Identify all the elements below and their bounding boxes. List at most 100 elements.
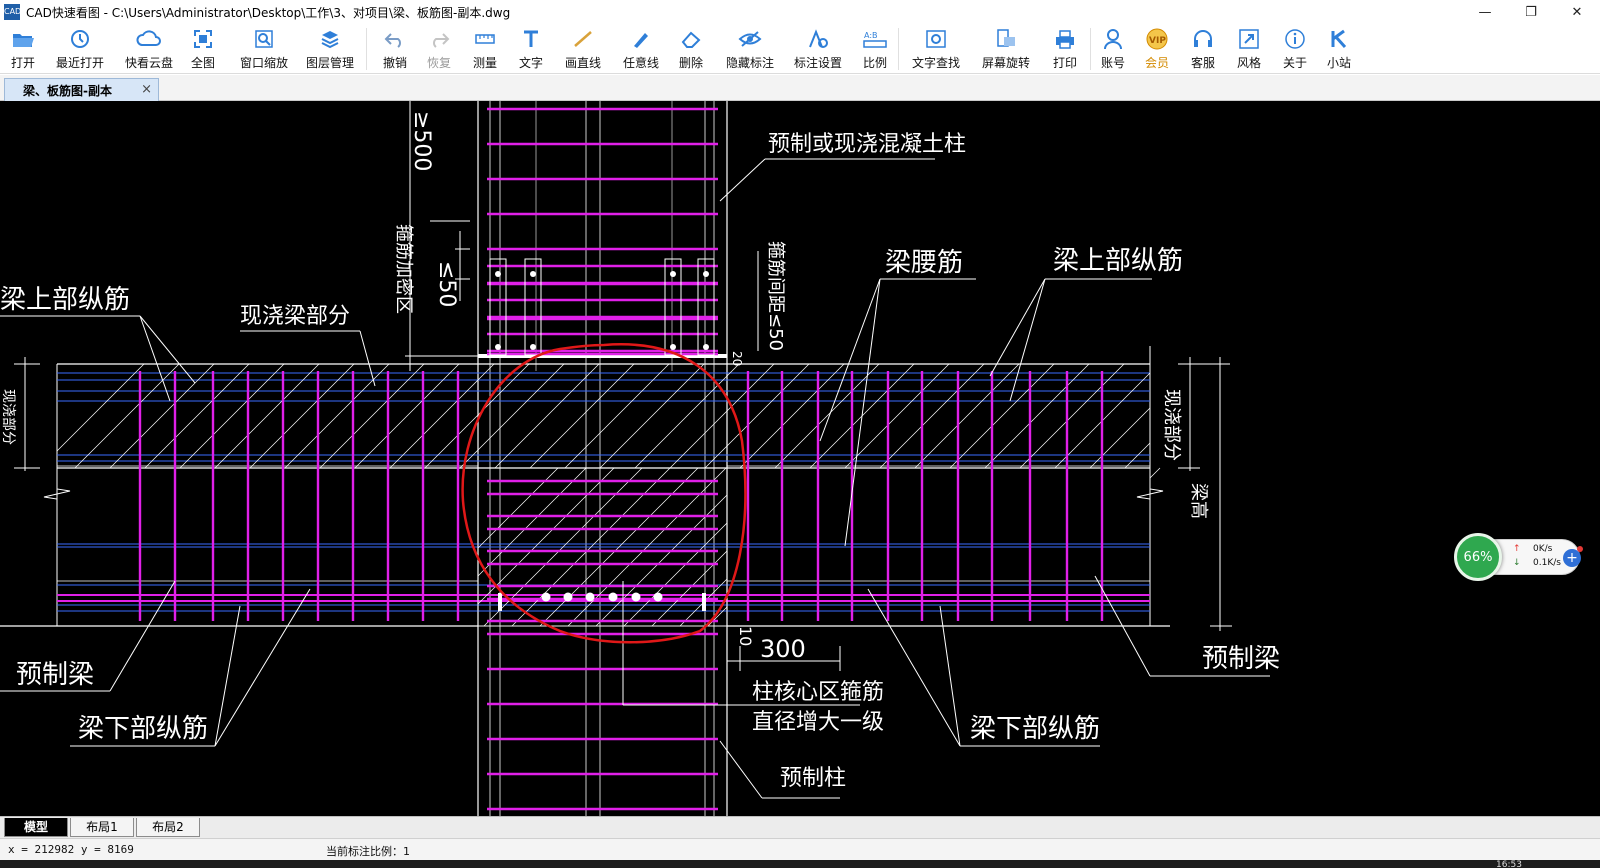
- taskbar-clock: 16:53: [1496, 860, 1522, 868]
- upload-arrow-icon: ↑: [1513, 544, 1521, 554]
- window-title: CAD快速看图 - C:\Users\Administrator\Desktop…: [26, 5, 511, 20]
- upload-speed: 0K/s: [1533, 544, 1553, 554]
- site-label: 小站: [1326, 56, 1351, 70]
- printer-icon: [1054, 26, 1076, 52]
- recent-open-button[interactable]: 最近打开: [52, 26, 108, 72]
- fit-all-icon: [193, 26, 213, 52]
- label-dim-50: ≤50: [434, 261, 459, 307]
- account-label: 账号: [1100, 56, 1125, 70]
- label-cast-part-right: 现浇部分: [1161, 389, 1182, 461]
- vip-label: 会员: [1144, 56, 1169, 70]
- drawing-canvas[interactable]: 预制或现浇混凝土柱 箍筋加密区 ≥500 ≤50 箍筋间距≤50 20 梁腰筋 …: [0, 101, 1600, 816]
- cloud-disk-button[interactable]: 快看云盘: [120, 26, 178, 72]
- measure-label: 测量: [472, 56, 497, 70]
- about-label: 关于: [1282, 56, 1307, 70]
- redo-button[interactable]: 恢复: [424, 26, 454, 72]
- app-window: CAD CAD快速看图 - C:\Users\Administrator\Des…: [0, 0, 1600, 868]
- label-precast-beam-right: 预制梁: [1202, 644, 1280, 674]
- status-bar: x = 212982 y = 8169 当前标注比例：1: [0, 838, 1600, 860]
- core-hatch-line: [707, 606, 728, 627]
- zoom-window-button[interactable]: 窗口缩放: [236, 26, 292, 72]
- cloud-icon: [136, 26, 162, 52]
- rotate-screen-button[interactable]: 屏幕旋转: [978, 26, 1034, 72]
- open-button[interactable]: 打开: [8, 26, 38, 72]
- text-search-button[interactable]: 文字查找: [908, 26, 964, 72]
- text-icon: [521, 26, 541, 52]
- style-button[interactable]: 风格: [1234, 26, 1264, 72]
- freehand-label: 任意线: [622, 56, 659, 70]
- label-diameter-increase: 直径增大一级: [752, 710, 884, 735]
- net-speed-widget[interactable]: ↑ ↓ 0K/s 0.1K/s + 66%: [1454, 533, 1583, 581]
- text-search-label: 文字查找: [911, 56, 960, 70]
- undo-icon: [384, 26, 406, 52]
- customer-service-button[interactable]: 客服: [1188, 26, 1218, 72]
- hide-annotation-button[interactable]: 隐藏标注: [722, 26, 778, 72]
- tab-layout1[interactable]: 布局1: [70, 818, 134, 837]
- document-tab-label: 梁、板筋图-副本: [23, 83, 112, 98]
- label-precast-beam-left: 预制梁: [16, 660, 94, 690]
- site-button[interactable]: 小站: [1324, 26, 1354, 72]
- rotate-screen-icon: [995, 26, 1017, 52]
- info-icon: [1284, 26, 1306, 52]
- label-core-stirrup: 柱核心区箍筋: [752, 680, 884, 705]
- hatch-line: [56, 363, 145, 452]
- label-cast-beam-part: 现浇梁部分: [240, 304, 350, 329]
- annotation-settings-button[interactable]: 标注设置: [790, 26, 846, 72]
- minimize-button[interactable]: —: [1462, 0, 1508, 24]
- undo-button[interactable]: 撤销: [380, 26, 410, 72]
- label-bottom-long-bar-right: 梁下部纵筋: [970, 714, 1100, 744]
- label-beam-waist-bar: 梁腰筋: [885, 248, 963, 278]
- document-tab[interactable]: 梁、板筋图-副本 ×: [4, 78, 159, 101]
- document-tab-strip: 梁、板筋图-副本 ×: [0, 75, 1600, 101]
- delete-button[interactable]: 删除: [676, 26, 706, 72]
- annotation-scale-text: 当前标注比例：1: [326, 845, 410, 858]
- recent-open-label: 最近打开: [55, 56, 104, 70]
- app-logo-icon: CAD: [4, 4, 21, 20]
- vip-badge-text: VIP: [1149, 36, 1166, 46]
- style-icon: [1238, 26, 1260, 52]
- label-dim-300: 300: [760, 635, 806, 663]
- fit-all-label: 全图: [190, 56, 215, 70]
- redo-label: 恢复: [426, 56, 451, 70]
- label-precast-column: 预制柱: [780, 766, 846, 791]
- vip-button[interactable]: VIP 会员: [1142, 26, 1172, 72]
- cad-drawing: 预制或现浇混凝土柱 箍筋加密区 ≥500 ≤50 箍筋间距≤50 20 梁腰筋 …: [0, 101, 1280, 816]
- text-button[interactable]: 文字: [516, 26, 546, 72]
- draw-line-button[interactable]: 画直线: [562, 26, 604, 72]
- line-icon: [572, 26, 594, 52]
- customer-service-label: 客服: [1190, 56, 1215, 70]
- layer-manager-button[interactable]: 图层管理: [302, 26, 358, 72]
- scale-button[interactable]: A:B 比例: [860, 26, 890, 72]
- tab-model[interactable]: 模型: [4, 818, 68, 837]
- tab-layout2[interactable]: 布局2: [136, 818, 200, 837]
- notification-dot: [1577, 546, 1583, 552]
- close-window-button[interactable]: ✕: [1554, 0, 1600, 24]
- main-toolbar: 打开 最近打开 快看云盘 全图 窗口缩放 图层管理 撤销 恢复 测量 文字 画直…: [0, 24, 1600, 74]
- redo-icon: [428, 26, 450, 52]
- draw-line-label: 画直线: [564, 56, 601, 70]
- download-arrow-icon: ↓: [1513, 558, 1521, 568]
- headset-icon: [1192, 26, 1214, 52]
- eye-hide-icon: [738, 26, 762, 52]
- title-bar: CAD CAD快速看图 - C:\Users\Administrator\Des…: [0, 0, 1600, 24]
- fit-all-button[interactable]: 全图: [188, 26, 218, 72]
- close-tab-icon[interactable]: ×: [141, 82, 152, 97]
- text-label: 文字: [518, 56, 543, 70]
- measure-icon: [474, 26, 496, 52]
- site-icon: [1328, 26, 1350, 52]
- freehand-button[interactable]: 任意线: [620, 26, 662, 72]
- label-dim-20: 20: [730, 351, 744, 366]
- eraser-icon: [680, 26, 702, 52]
- about-button[interactable]: 关于: [1280, 26, 1310, 72]
- cursor-coordinates: x = 212982 y = 8169: [8, 843, 134, 856]
- core-hatch-line: [595, 494, 728, 627]
- memory-percent-badge[interactable]: 66%: [1454, 533, 1502, 581]
- layer-manager-label: 图层管理: [305, 56, 354, 70]
- restore-button[interactable]: ❐: [1508, 0, 1554, 24]
- account-button[interactable]: 账号: [1098, 26, 1128, 72]
- print-button[interactable]: 打印: [1050, 26, 1080, 72]
- recent-icon: [69, 26, 91, 52]
- measure-button[interactable]: 测量: [470, 26, 500, 72]
- hatch-line: [1149, 467, 1161, 479]
- label-bottom-long-bar-left: 梁下部纵筋: [78, 714, 208, 744]
